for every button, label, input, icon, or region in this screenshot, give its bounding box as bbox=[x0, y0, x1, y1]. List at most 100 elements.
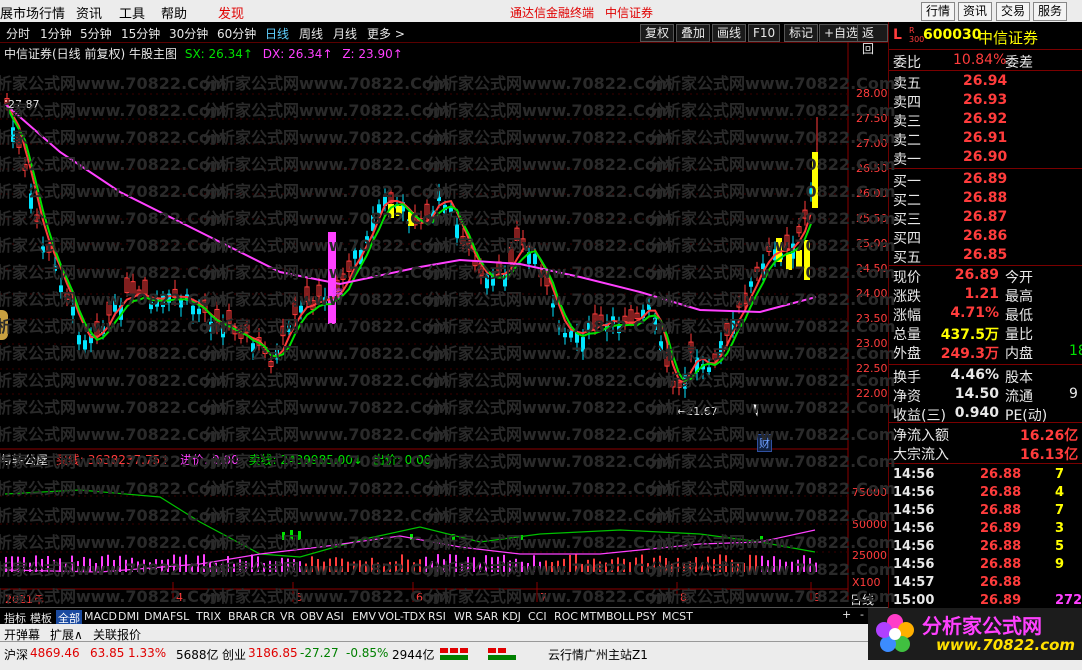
menu-market[interactable]: 展市场行情 bbox=[0, 3, 65, 22]
watermark: 分析家公式网www.70822.Com bbox=[426, 560, 673, 579]
site-logo: 分析家公式网 www.70822.com bbox=[868, 608, 1082, 660]
watermark: 分析家公式网www.70822.Com bbox=[203, 128, 450, 147]
sh-change: 63.85 bbox=[90, 646, 125, 660]
bid-row[interactable]: 买三 26.87 bbox=[889, 208, 1082, 228]
indicator-tab[interactable]: BRAR bbox=[228, 610, 258, 623]
service-button[interactable]: 服务 bbox=[1033, 2, 1068, 21]
adjust-button[interactable]: 复权 bbox=[640, 24, 675, 42]
quote-panel: L R 300 600030 中信证券 委比 10.84% 委差 卖五 26.9… bbox=[888, 22, 1082, 609]
stat-row: 涨幅 4.71% 最低 bbox=[889, 304, 1082, 324]
indicator-tab[interactable]: ASI bbox=[326, 610, 344, 623]
ask-row[interactable]: 卖五 26.94 bbox=[889, 72, 1082, 92]
indicator-tab[interactable]: DMA bbox=[144, 610, 170, 623]
menu-help[interactable]: 帮助 bbox=[161, 3, 187, 22]
indicator-tab[interactable]: OBV bbox=[300, 610, 323, 623]
indicator-tab[interactable]: VR bbox=[280, 610, 295, 623]
indicator-tab[interactable]: MTM bbox=[580, 610, 606, 623]
period-1min[interactable]: 1分钟 bbox=[40, 25, 72, 42]
watermark: 分析家公式网www.70822.Com bbox=[426, 587, 673, 606]
indicator-tab[interactable]: DMI bbox=[118, 610, 139, 623]
watermark: 分析家公式网www.70822.Com bbox=[0, 182, 227, 201]
bid-row[interactable]: 买二 26.88 bbox=[889, 189, 1082, 209]
tick-volume: 7 bbox=[1055, 503, 1065, 518]
watermark: 分析家公式网www.70822.Com bbox=[649, 290, 896, 309]
ask-price: 26.90 bbox=[963, 149, 1008, 165]
stat-row: 现价 26.89 今开 bbox=[889, 266, 1082, 286]
indicator-tab[interactable]: TRIX bbox=[196, 610, 221, 623]
stat-label: 换手 bbox=[893, 370, 921, 386]
zoom-out-button[interactable]: - bbox=[860, 608, 864, 621]
watermark: 分析家公式网www.70822.Com bbox=[203, 209, 450, 228]
indicator-tab[interactable]: FSL bbox=[170, 610, 189, 623]
draw-button[interactable]: 画线 bbox=[712, 24, 747, 42]
watermark: 分析家公式网www.70822.Com bbox=[426, 533, 673, 552]
period-5min[interactable]: 5分钟 bbox=[80, 25, 112, 42]
bid-row[interactable]: 买四 26.86 bbox=[889, 227, 1082, 247]
bid-row[interactable]: 买五 26.85 bbox=[889, 246, 1082, 266]
indicator-tab[interactable]: MCST bbox=[662, 610, 693, 623]
indicator-tab[interactable]: SAR bbox=[476, 610, 498, 623]
news-button[interactable]: 资讯 bbox=[958, 2, 993, 21]
watermark: 分析家公式网www.70822.Com bbox=[649, 155, 896, 174]
watermark: 分析家公式网www.70822.Com bbox=[426, 452, 673, 471]
ask-label: 卖一 bbox=[893, 152, 921, 168]
stat-row: 净资 14.50 流通 9 bbox=[889, 385, 1082, 405]
quote-button[interactable]: 行情 bbox=[921, 2, 956, 21]
period-15min[interactable]: 15分钟 bbox=[121, 25, 160, 42]
flow-row: 大宗流入 16.13亿 bbox=[889, 443, 1082, 463]
overlay-button[interactable]: 叠加 bbox=[676, 24, 711, 42]
indicator-tab[interactable]: CR bbox=[260, 610, 275, 623]
period-30min[interactable]: 30分钟 bbox=[169, 25, 208, 42]
watermark: 分析家公式网www.70822.Com bbox=[649, 317, 896, 336]
ask-row[interactable]: 卖三 26.92 bbox=[889, 110, 1082, 130]
indicator-tab[interactable]: VOL-TDX bbox=[378, 610, 426, 623]
indicator-tab[interactable]: ROC bbox=[554, 610, 578, 623]
menu-discover[interactable]: 发现 bbox=[218, 3, 244, 22]
indicator-tab[interactable]: RSI bbox=[428, 610, 446, 623]
stat-label: 外盘 bbox=[893, 346, 921, 362]
tick-row: 14:56 26.88 7 bbox=[889, 466, 1082, 484]
flower-logo-icon bbox=[876, 614, 914, 652]
menu-tools[interactable]: 工具 bbox=[119, 3, 145, 22]
ask-row[interactable]: 卖四 26.93 bbox=[889, 91, 1082, 111]
stat-value: 0.940 bbox=[954, 405, 999, 421]
watermark: 分析家公式网www.70822.Com bbox=[0, 452, 227, 471]
watermark: 分析家公式网www.70822.Com bbox=[0, 101, 227, 120]
stock-code: 600030 bbox=[923, 27, 982, 43]
watermark: 分析家公式网www.70822.Com bbox=[426, 236, 673, 255]
stat-value: 437.5万 bbox=[940, 327, 999, 343]
weibi-row: 委比 10.84% 委差 bbox=[889, 51, 1082, 71]
ask-row[interactable]: 卖一 26.90 bbox=[889, 148, 1082, 168]
indicator-tab[interactable]: EMV bbox=[352, 610, 376, 623]
sh-value: 4869.46 bbox=[30, 646, 80, 660]
indicator-tab[interactable]: BOLL bbox=[606, 610, 634, 623]
period-daily[interactable]: 日线 bbox=[265, 25, 289, 42]
period-60min[interactable]: 60分钟 bbox=[217, 25, 256, 42]
indicator-tab[interactable]: CCI bbox=[528, 610, 547, 623]
tick-volume: 3 bbox=[1055, 521, 1065, 536]
tick-price: 26.88 bbox=[980, 485, 1022, 500]
period-weekly[interactable]: 周线 bbox=[299, 25, 323, 42]
app-title-link[interactable]: 通达信金融终端 bbox=[510, 4, 594, 21]
period-timeshare[interactable]: 分时 bbox=[6, 25, 30, 42]
mark-button[interactable]: 标记 bbox=[784, 24, 819, 42]
indicator-tab[interactable]: WR bbox=[454, 610, 473, 623]
back-button[interactable]: 返回 bbox=[857, 24, 888, 56]
logo-text: 分析家公式网 bbox=[922, 614, 1042, 638]
ask-label: 卖三 bbox=[893, 114, 921, 130]
period-more[interactable]: 更多 > bbox=[367, 25, 405, 42]
ask-row[interactable]: 卖二 26.91 bbox=[889, 129, 1082, 149]
indicator-tab[interactable]: KDJ bbox=[502, 610, 521, 623]
indicator-tab[interactable]: PSY bbox=[636, 610, 656, 623]
bid-row[interactable]: 买一 26.89 bbox=[889, 170, 1082, 190]
watermark: 分析家公式网www.70822.Com bbox=[203, 74, 450, 93]
trade-button[interactable]: 交易 bbox=[996, 2, 1031, 21]
menu-news[interactable]: 资讯 bbox=[76, 3, 102, 22]
zoom-in-button[interactable]: + bbox=[842, 608, 851, 621]
indicator-tab[interactable]: MACD bbox=[84, 610, 117, 623]
watermark: 分析家公式网www.70822.Com bbox=[426, 371, 673, 390]
period-monthly[interactable]: 月线 bbox=[333, 25, 357, 42]
server-name: 云行情广州主站Z1 bbox=[548, 648, 648, 662]
broker-link[interactable]: 中信证券 bbox=[605, 4, 653, 21]
f10-button[interactable]: F10 bbox=[748, 24, 781, 42]
